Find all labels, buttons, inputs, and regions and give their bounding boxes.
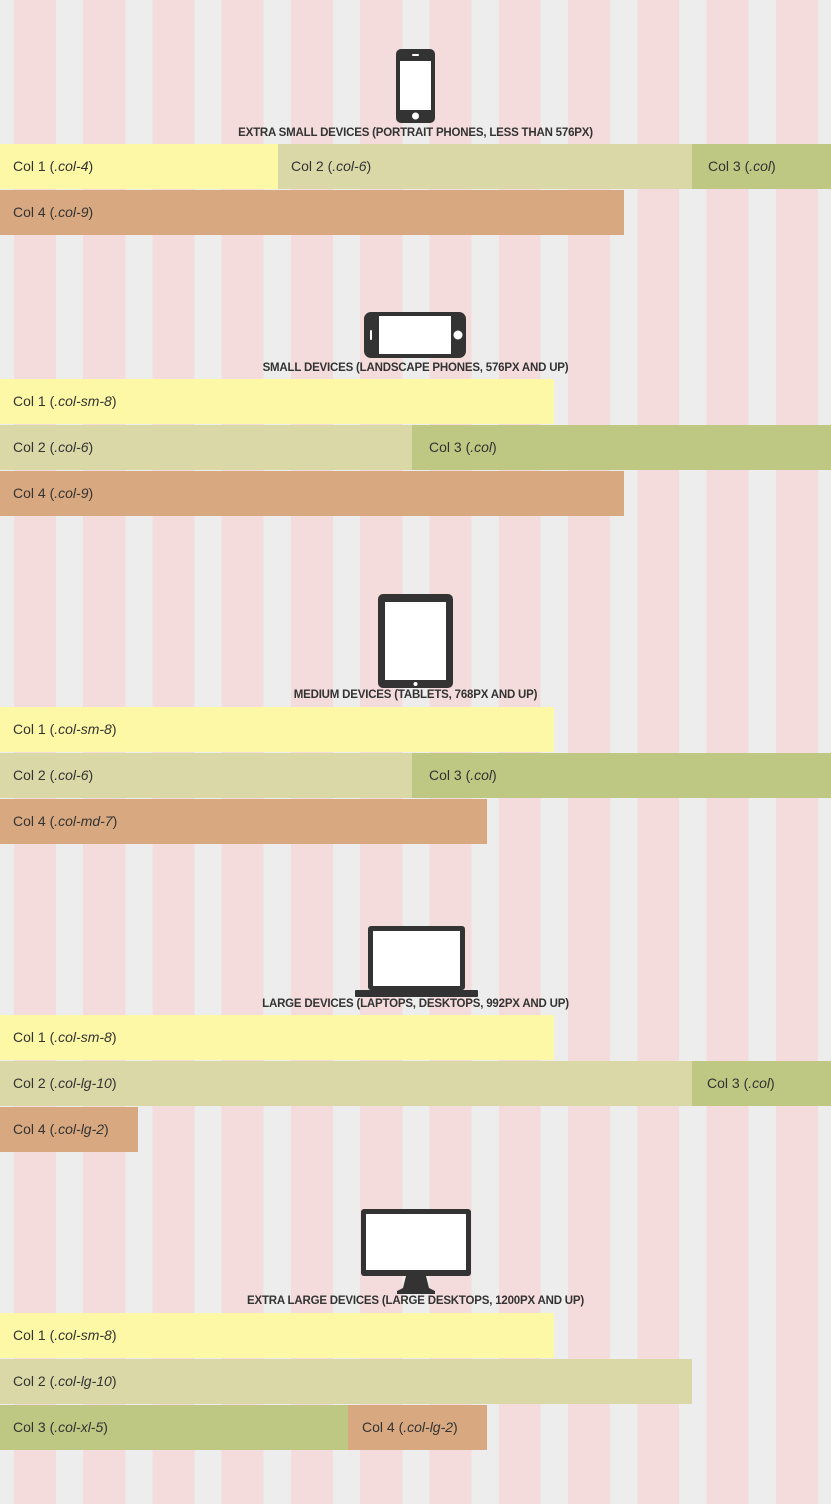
section-title-xs: EXTRA SMALL DEVICES (PORTRAIT PHONES, LE… (238, 126, 593, 140)
section-title-sm: SMALL DEVICES (LANDSCAPE PHONES, 576PX A… (262, 361, 569, 375)
desktop-monitor-icon (361, 1209, 471, 1294)
phone-landscape-icon (364, 312, 466, 358)
col-2-block: Col 2 (.col-6) (0, 753, 412, 798)
col-3-block: Col 3 (.col) (692, 1061, 831, 1106)
col-4-block: Col 4 (.col-lg-2) (348, 1405, 487, 1450)
col-4-block: Col 4 (.col-lg-2) (0, 1107, 138, 1152)
col-4-block: Col 4 (.col-9) (0, 190, 624, 235)
col-3-block: Col 3 (.col) (412, 425, 831, 470)
col-1-block: Col 1 (.col-sm-8) (0, 1015, 554, 1060)
section-title-md: MEDIUM DEVICES (TABLETS, 768PX AND UP) (293, 688, 538, 702)
col-2-block: Col 2 (.col-6) (278, 144, 692, 189)
col-3-block: Col 3 (.col-xl-5) (0, 1405, 348, 1450)
section-title-xl: EXTRA LARGE DEVICES (LARGE DESKTOPS, 120… (247, 1294, 584, 1308)
col-3-block: Col 3 (.col) (692, 144, 831, 189)
phone-portrait-icon (396, 49, 435, 123)
col-1-block: Col 1 (.col-sm-8) (0, 1313, 554, 1358)
laptop-icon (355, 926, 478, 997)
tablet-icon (378, 594, 453, 688)
col-1-block: Col 1 (.col-4) (0, 144, 278, 189)
col-4-block: Col 4 (.col-9) (0, 471, 624, 516)
col-1-block: Col 1 (.col-sm-8) (0, 707, 554, 752)
col-3-block: Col 3 (.col) (412, 753, 831, 798)
section-title-lg: LARGE DEVICES (LAPTOPS, DESKTOPS, 992PX … (262, 997, 569, 1011)
col-2-block: Col 2 (.col-lg-10) (0, 1359, 692, 1404)
col-4-block: Col 4 (.col-md-7) (0, 799, 487, 844)
col-1-block: Col 1 (.col-sm-8) (0, 379, 554, 424)
col-2-block: Col 2 (.col-lg-10) (0, 1061, 692, 1106)
col-2-block: Col 2 (.col-6) (0, 425, 412, 470)
